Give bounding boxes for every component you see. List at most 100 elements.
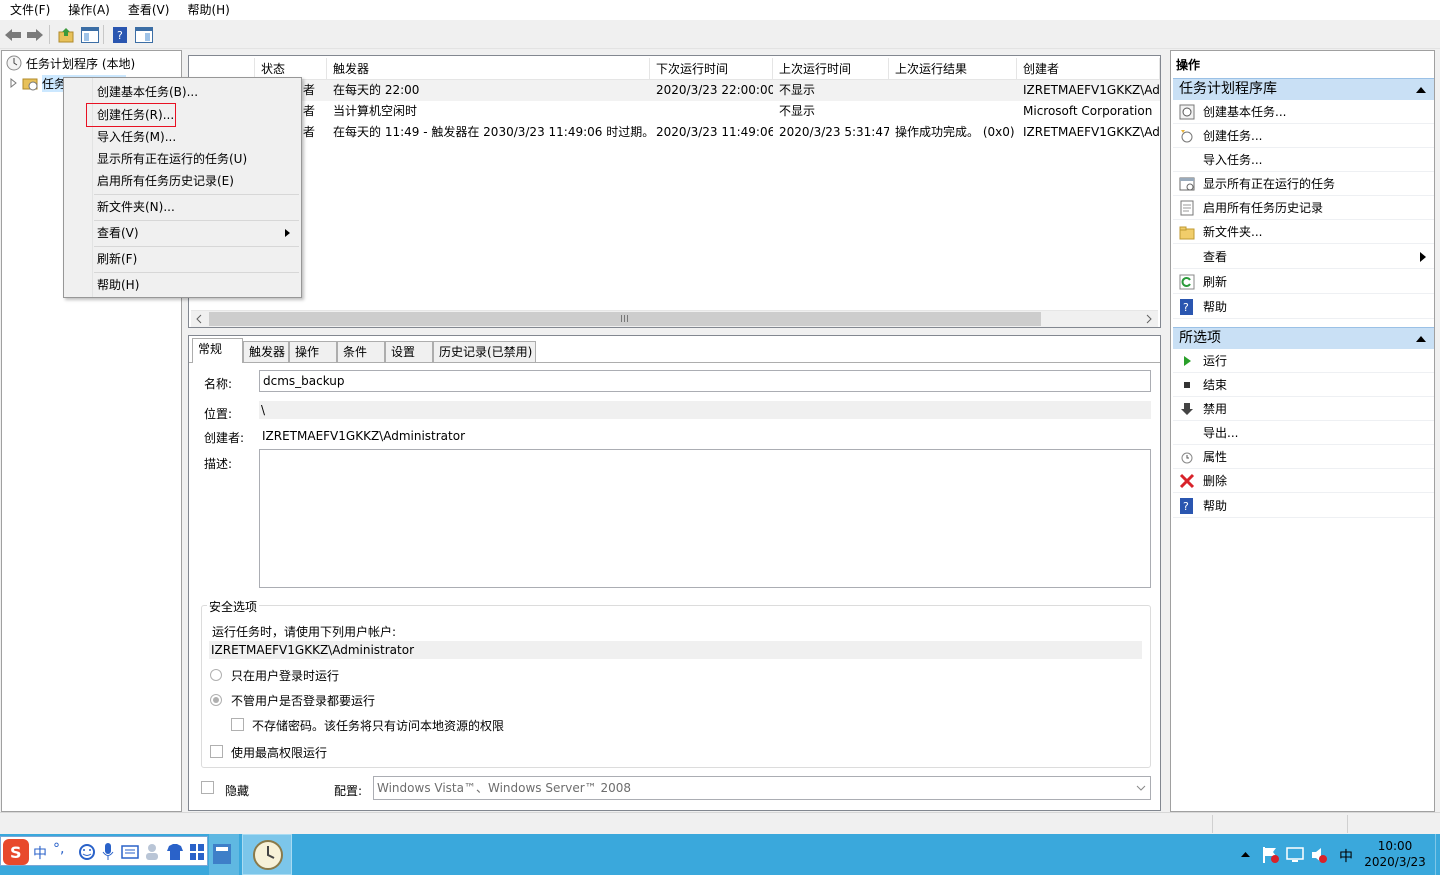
action-import-task[interactable]: 导入任务...	[1173, 148, 1434, 172]
keyboard-icon[interactable]	[121, 845, 139, 859]
tab-conditions[interactable]: 条件	[337, 341, 385, 362]
scroll-right-icon[interactable]	[1144, 314, 1154, 324]
folder-up-icon	[58, 28, 74, 43]
action-label: 帮助	[1203, 499, 1228, 513]
ime-toolbar[interactable]: S 中 °,	[0, 836, 208, 866]
menu-item-help[interactable]: 帮助(H)	[97, 274, 139, 296]
input-language-indicator[interactable]: 中	[1339, 846, 1353, 866]
tab-settings[interactable]: 设置	[385, 341, 433, 362]
scroll-thumb[interactable]	[209, 312, 1041, 326]
punctuation-icon[interactable]: °,	[53, 841, 64, 857]
help-icon: ?	[1180, 299, 1193, 315]
action-properties[interactable]: 属性	[1173, 445, 1434, 469]
taskbar-app-task-scheduler[interactable]	[242, 834, 292, 875]
action-end[interactable]: 结束	[1173, 373, 1434, 397]
checkbox-highest-privileges[interactable]	[210, 745, 223, 758]
radio-run-logged-on[interactable]	[210, 669, 222, 681]
description-label: 描述:	[204, 457, 233, 471]
skin-shirt-icon[interactable]	[166, 843, 184, 861]
menu-item-import-task[interactable]: 导入任务(M)...	[97, 126, 176, 148]
action-refresh[interactable]: 刷新	[1173, 270, 1434, 294]
toolbox-grid-icon[interactable]	[189, 843, 205, 861]
microphone-icon[interactable]	[101, 843, 115, 861]
show-hide-tree-button[interactable]	[80, 25, 100, 45]
menu-item-enable-history[interactable]: 启用所有任务历史记录(E)	[97, 170, 234, 192]
name-field[interactable]: dcms_backup	[259, 370, 1151, 392]
action-help-selected[interactable]: ? 帮助	[1173, 494, 1434, 518]
back-button[interactable]	[3, 25, 23, 45]
collapse-icon[interactable]	[1416, 336, 1426, 342]
tab-general[interactable]: 常规	[192, 338, 243, 363]
user-icon[interactable]	[144, 843, 160, 861]
action-help[interactable]: ? 帮助	[1173, 295, 1434, 319]
volume-muted-icon[interactable]	[1310, 846, 1328, 864]
actions-title: 操作	[1176, 58, 1201, 72]
column-header-last-result[interactable]: 上次运行结果	[889, 58, 1017, 80]
action-disable[interactable]: 禁用	[1173, 397, 1434, 421]
show-hidden-icons-icon[interactable]	[1241, 851, 1250, 857]
horizontal-scrollbar[interactable]	[191, 310, 1158, 327]
menu-item-refresh[interactable]: 刷新(F)	[97, 248, 137, 270]
config-dropdown[interactable]: Windows Vista™、Windows Server™ 2008	[373, 776, 1151, 800]
menu-action[interactable]: 操作(A)	[58, 0, 118, 20]
menu-item-create-basic-task[interactable]: 创建基本任务(B)...	[97, 81, 198, 103]
checkbox-hidden[interactable]	[201, 781, 214, 794]
action-new-folder[interactable]: 新文件夹...	[1173, 220, 1434, 244]
actions-section-library[interactable]: 任务计划程序库	[1173, 78, 1434, 100]
show-desktop-button[interactable]	[1435, 834, 1440, 875]
console-tree-icon	[81, 27, 99, 43]
actions-section-selected[interactable]: 所选项	[1173, 327, 1434, 349]
up-folder-button[interactable]	[56, 25, 76, 45]
smiley-icon[interactable]	[78, 843, 96, 861]
column-header-trigger[interactable]: 触发器	[327, 58, 650, 80]
column-header-row: 状态 触发器 下次运行时间 上次运行时间 上次运行结果 创建者	[189, 56, 1160, 80]
menu-item-create-task[interactable]: 创建任务(R)...	[97, 104, 174, 126]
menu-item-view[interactable]: 查看(V)	[97, 222, 139, 244]
create-task-icon	[1181, 130, 1193, 143]
tab-history[interactable]: 历史记录(已禁用)	[433, 341, 536, 362]
menu-help[interactable]: 帮助(H)	[177, 0, 237, 20]
description-field[interactable]	[259, 449, 1151, 588]
scroll-left-icon[interactable]	[194, 314, 204, 324]
tab-triggers[interactable]: 触发器	[243, 341, 289, 362]
action-view[interactable]: 查看	[1173, 245, 1434, 269]
radio-run-whether-logged-on-label: 不管用户是否登录都要运行	[231, 694, 376, 708]
forward-button[interactable]	[25, 25, 45, 45]
action-delete[interactable]: 删除	[1173, 469, 1434, 493]
menu-view[interactable]: 查看(V)	[118, 0, 178, 20]
collapse-icon[interactable]	[1416, 87, 1426, 93]
radio-run-whether-logged-on[interactable]	[210, 694, 222, 706]
column-header-last-run[interactable]: 上次运行时间	[773, 58, 889, 80]
taskbar-app-server-manager[interactable]	[209, 834, 239, 875]
toolbar: ?	[0, 20, 1440, 49]
table-row[interactable]: 者 在每天的 11:49 - 触发器在 2030/3/23 11:49:06 时…	[189, 122, 1160, 143]
show-hide-action-pane-button[interactable]	[134, 25, 154, 45]
table-row[interactable]: 者 在每天的 22:00 2020/3/23 22:00:00 不显示 IZRE…	[189, 80, 1160, 101]
action-export[interactable]: 导出...	[1173, 421, 1434, 445]
menu-item-new-folder[interactable]: 新文件夹(N)...	[97, 196, 175, 218]
action-center-flag-icon[interactable]	[1262, 846, 1280, 864]
action-enable-history[interactable]: 启用所有任务历史记录	[1173, 196, 1434, 220]
delete-x-icon	[1179, 473, 1195, 489]
column-header-next-run[interactable]: 下次运行时间	[650, 58, 773, 80]
cell-next-run	[650, 101, 773, 122]
action-run[interactable]: 运行	[1173, 349, 1434, 373]
network-icon[interactable]	[1286, 846, 1304, 864]
cell-author: IZRETMAEFV1GKKZ\Administrator	[1023, 83, 1160, 97]
column-header-author[interactable]: 创建者	[1017, 58, 1160, 80]
checkbox-do-not-store-password[interactable]	[231, 718, 244, 731]
action-create-task[interactable]: 创建任务...	[1173, 124, 1434, 148]
ime-mode[interactable]: 中	[33, 843, 47, 863]
tree-item-root[interactable]: 任务计划程序 (本地)	[6, 53, 135, 73]
menu-file[interactable]: 文件(F)	[0, 0, 58, 20]
tab-actions[interactable]: 操作	[289, 341, 337, 362]
table-row[interactable]: 者 当计算机空闲时 不显示 Microsoft Corporation	[189, 101, 1160, 122]
menu-item-show-running[interactable]: 显示所有正在运行的任务(U)	[97, 148, 247, 170]
action-show-running[interactable]: 显示所有正在运行的任务	[1173, 172, 1434, 196]
svg-text:?: ?	[117, 29, 123, 42]
action-create-basic-task[interactable]: 创建基本任务...	[1173, 100, 1434, 124]
clock[interactable]: 10:00 2020/3/23	[1362, 838, 1428, 870]
help-button[interactable]: ?	[110, 25, 130, 45]
expand-arrow-icon[interactable]	[10, 78, 18, 88]
action-label: 新文件夹...	[1203, 225, 1263, 239]
